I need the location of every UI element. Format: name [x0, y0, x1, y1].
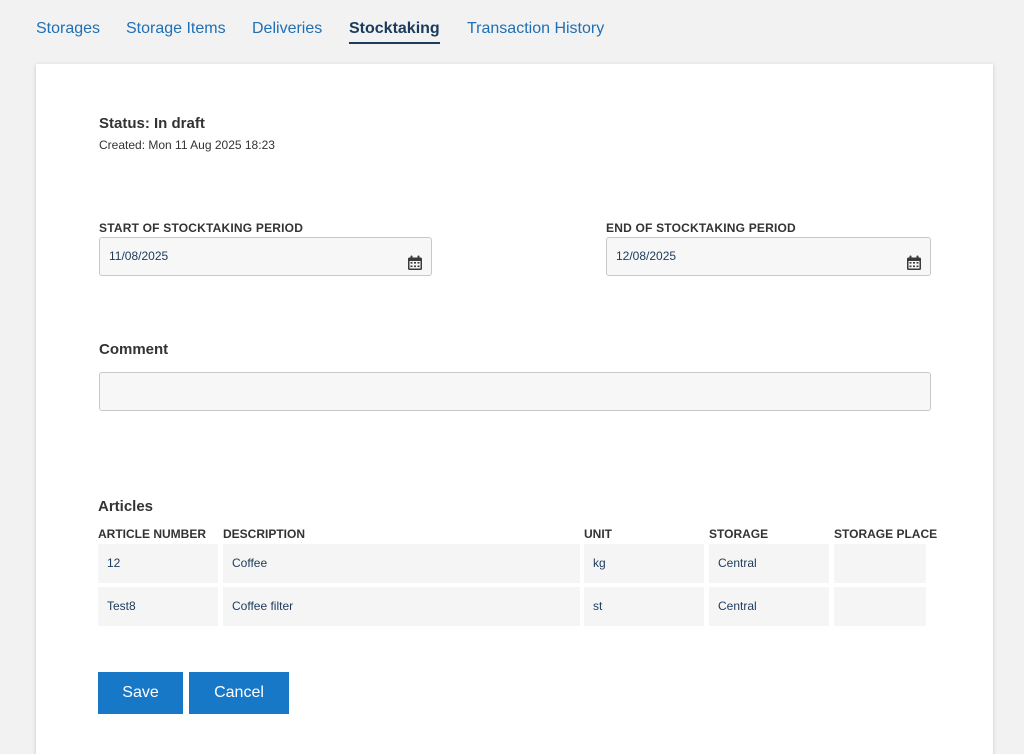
table-cell-description: Coffee filter [223, 587, 580, 626]
table-cell-unit: st [584, 587, 704, 626]
column-header-unit: UNIT [584, 527, 612, 541]
table-cell-storage: Central [709, 544, 829, 583]
column-header-article-number: ARTICLE NUMBER [98, 527, 206, 541]
tab-storages[interactable]: Storages [36, 18, 100, 44]
tab-storage-items[interactable]: Storage Items [126, 18, 226, 44]
stocktaking-form-card: Status: In draft Created: Mon 11 Aug 202… [36, 64, 993, 754]
table-cell-unit: kg [584, 544, 704, 583]
calendar-icon[interactable] [407, 249, 423, 270]
end-date-field[interactable]: 12/08/2025 [606, 237, 931, 276]
column-header-storage-place: STORAGE PLACE [834, 527, 938, 541]
comment-input[interactable] [99, 372, 931, 411]
table-cell-storage-place [834, 587, 926, 626]
tab-stocktaking[interactable]: Stocktaking [349, 18, 440, 44]
save-button[interactable]: Save [98, 672, 183, 714]
created-timestamp: Created: Mon 11 Aug 2025 18:23 [99, 138, 275, 152]
cancel-button[interactable]: Cancel [189, 672, 289, 714]
calendar-icon[interactable] [906, 249, 922, 270]
table-cell-storage-place [834, 544, 926, 583]
start-date-field[interactable]: 11/08/2025 [99, 237, 432, 276]
tab-deliveries[interactable]: Deliveries [252, 18, 322, 44]
table-cell-article-number: Test8 [98, 587, 218, 626]
start-date-value: 11/08/2025 [109, 249, 169, 263]
column-header-storage: STORAGE [709, 527, 769, 541]
table-cell-article-number: 12 [98, 544, 218, 583]
tab-transaction-history[interactable]: Transaction History [467, 18, 604, 44]
table-cell-description: Coffee [223, 544, 580, 583]
comment-label: Comment [99, 341, 169, 358]
table-cell-storage: Central [709, 587, 829, 626]
end-period-label: END OF STOCKTAKING PERIOD [606, 221, 796, 235]
end-date-value: 12/08/2025 [616, 249, 677, 263]
tab-bar: Storages Storage Items Deliveries Stockt… [0, 0, 1024, 60]
status-title: Status: In draft [99, 115, 205, 132]
start-period-label: START OF STOCKTAKING PERIOD [99, 221, 304, 235]
articles-title: Articles [98, 498, 154, 515]
column-header-description: DESCRIPTION [223, 527, 306, 541]
